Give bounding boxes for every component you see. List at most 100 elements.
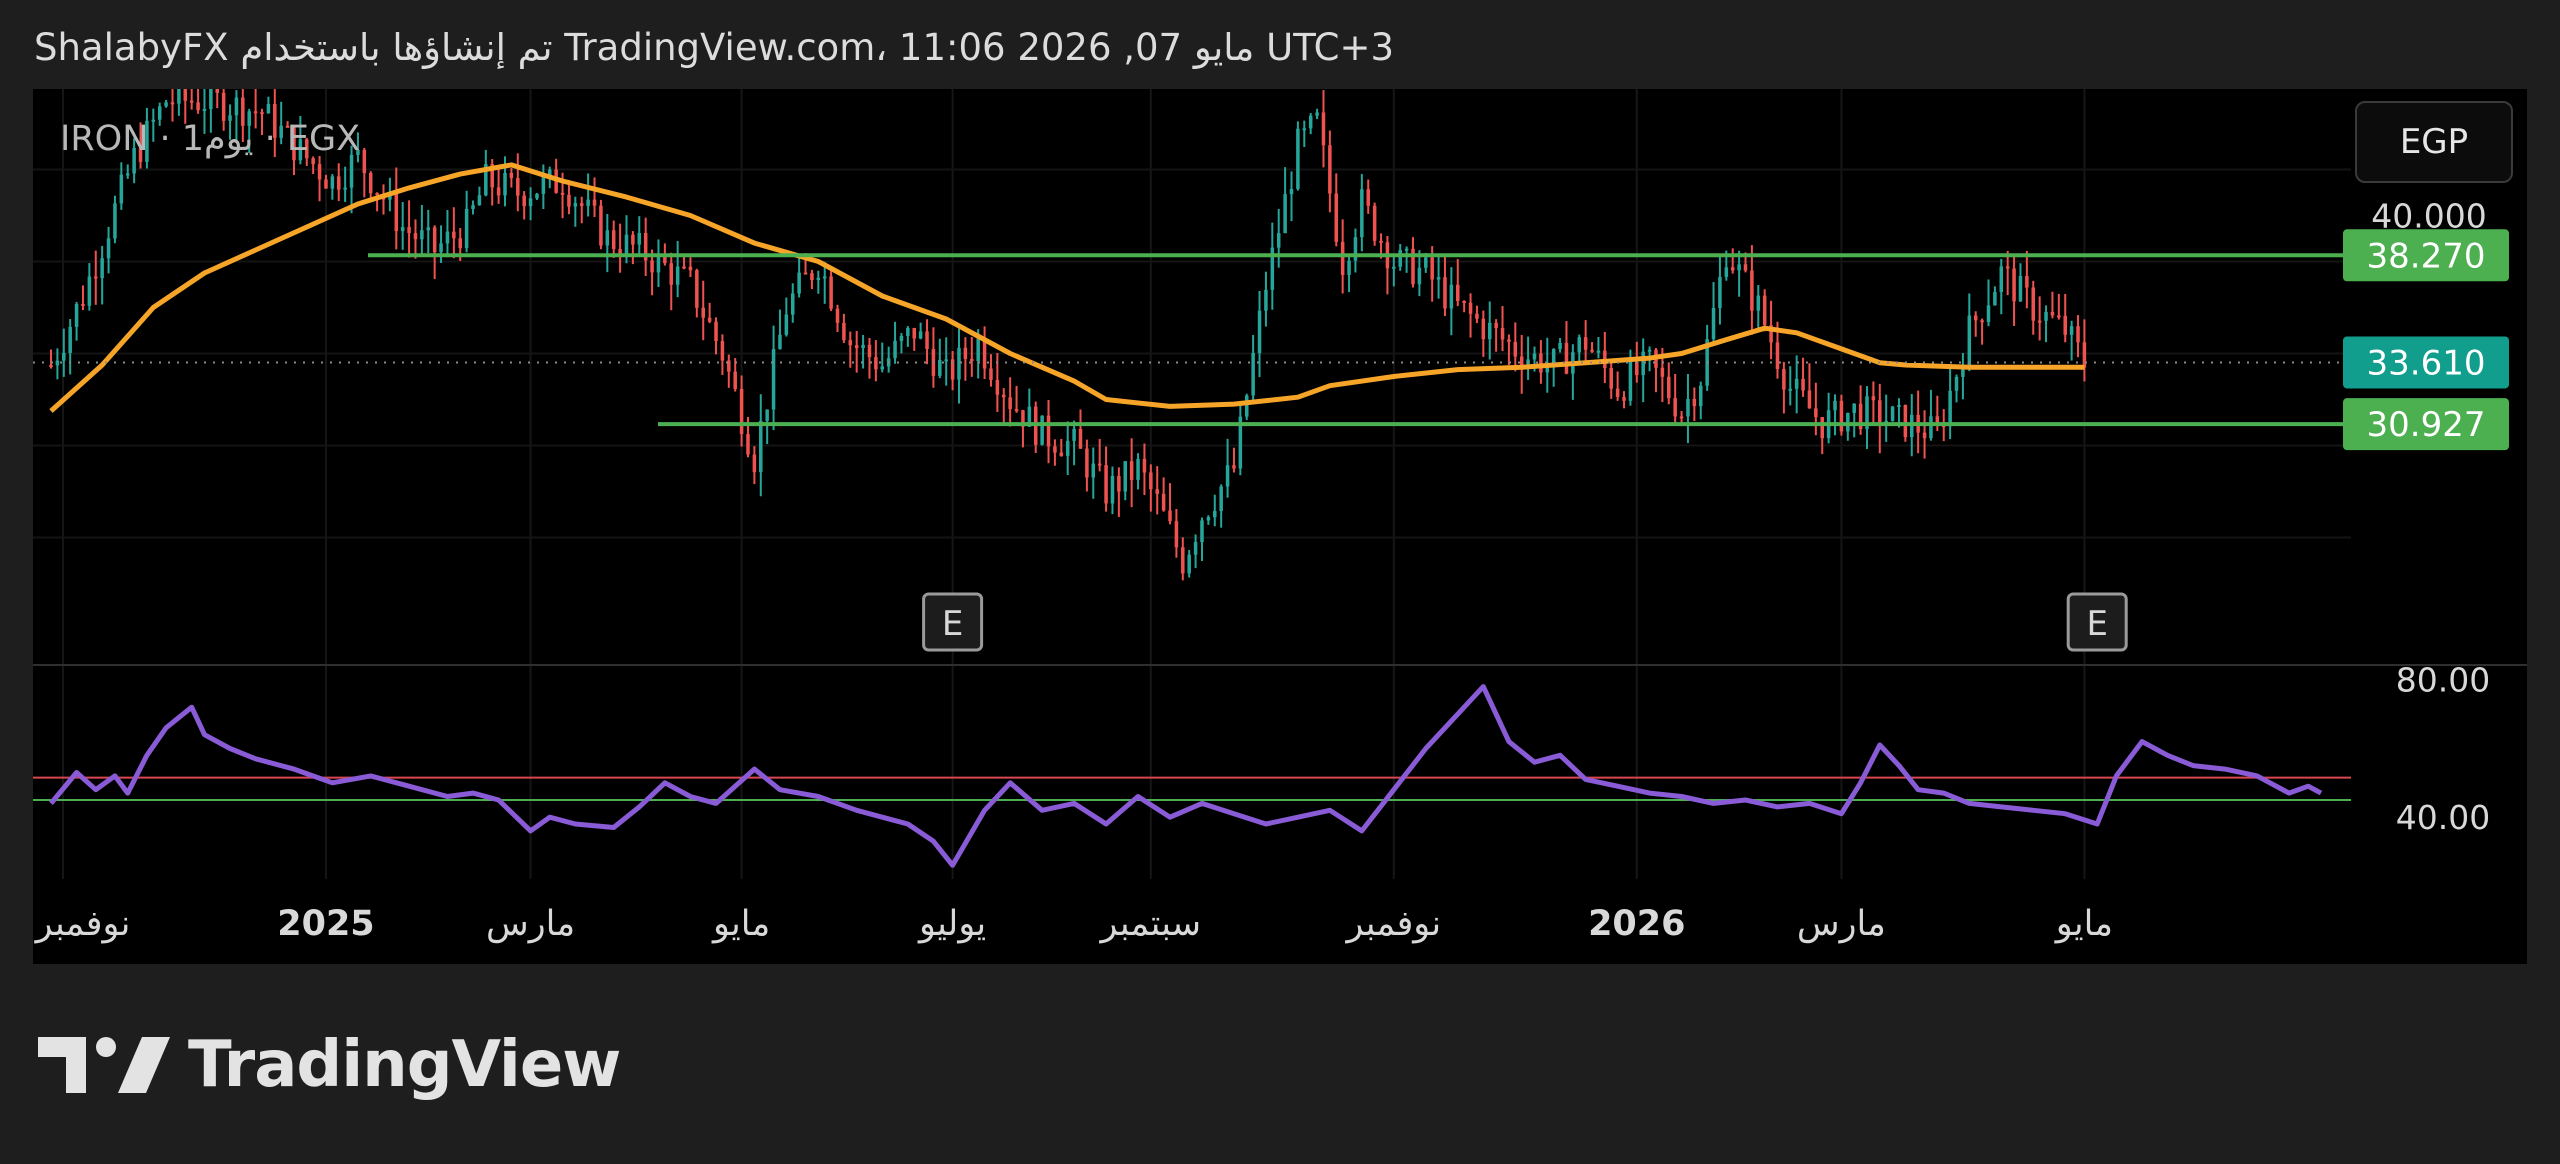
candle-body <box>1059 452 1064 456</box>
candle-body <box>1756 295 1761 311</box>
candle-body <box>1993 292 1997 306</box>
candle-body <box>1929 416 1933 439</box>
candle-body <box>810 273 814 281</box>
candle-body <box>1206 517 1211 521</box>
candle-body <box>1315 112 1319 116</box>
candle-body <box>407 227 411 234</box>
candle-body <box>464 208 469 249</box>
last-price-label: 33.610 <box>2367 343 2486 383</box>
candle-body <box>458 238 462 249</box>
symbol-label: IRON · 1يوم · EGX <box>60 119 361 159</box>
candle-body <box>1340 241 1345 275</box>
candle-body <box>1053 446 1057 453</box>
candle-body <box>1078 428 1083 449</box>
candle-body <box>2063 315 2067 335</box>
candle-body <box>1225 465 1230 487</box>
candle-body <box>1743 264 1748 271</box>
candle-body <box>739 388 744 434</box>
earnings-marker-label: E <box>2086 604 2107 644</box>
candle-body <box>1244 395 1249 417</box>
candle-body <box>1871 396 1876 401</box>
candle-body <box>1462 300 1466 303</box>
candle-body <box>733 371 737 389</box>
candle-body <box>516 178 520 196</box>
candle-body <box>471 205 475 209</box>
candle-body <box>682 266 686 269</box>
candle-body <box>899 335 904 341</box>
x-axis-label: سبتمبر <box>1099 904 1202 944</box>
candle-body <box>1072 428 1076 441</box>
candles <box>49 89 2087 581</box>
candle-body <box>797 272 801 294</box>
candle-body <box>675 266 680 285</box>
candle-body <box>835 308 840 323</box>
candle-body <box>970 358 974 362</box>
candle-body <box>784 314 789 335</box>
candle-body <box>1596 350 1601 353</box>
candle-body <box>2031 287 2036 321</box>
candle-body <box>752 454 757 473</box>
candle-body <box>1372 205 1377 241</box>
candle-body <box>605 230 610 246</box>
candle-body <box>1494 322 1498 329</box>
x-axis-label: مارس <box>1797 904 1886 944</box>
candle-body <box>842 322 846 341</box>
candle-body <box>1730 267 1735 271</box>
candle-body <box>1398 250 1402 267</box>
candle-body <box>87 276 92 306</box>
candle-body <box>1366 189 1370 206</box>
candle-body <box>1897 404 1901 407</box>
candle-body <box>234 97 239 116</box>
candle-body <box>1110 475 1115 504</box>
candle-body <box>1718 276 1722 308</box>
candle-body <box>2005 266 2010 269</box>
candle-body <box>854 345 859 349</box>
candle-body <box>1948 390 1952 427</box>
candle-body <box>1257 310 1262 354</box>
axes: 40.000 80.00 40.00 نوفمبر 2025 مارس مايو يوليو س… <box>34 197 2491 945</box>
candle-body <box>1986 305 1991 323</box>
candle-body <box>829 276 833 309</box>
candle-body <box>1954 376 1959 391</box>
candle-body <box>1347 260 1351 275</box>
candle-body <box>778 334 782 350</box>
candle-body <box>1085 448 1089 478</box>
candle-body <box>1155 489 1159 494</box>
candle-body <box>765 409 769 421</box>
candle-body <box>1168 510 1172 522</box>
candle-body <box>995 380 1000 395</box>
x-axis-label: مايو <box>2054 904 2113 944</box>
candle-body <box>963 347 968 359</box>
candle-body <box>1014 409 1019 412</box>
candle-body <box>1283 194 1287 234</box>
candle-body <box>720 341 725 361</box>
moving-average-line <box>49 162 2085 413</box>
candle-body <box>189 100 194 103</box>
candle-body <box>68 326 72 353</box>
currency-button[interactable]: EGP <box>2355 101 2513 183</box>
candle-body <box>579 203 584 206</box>
candle-body <box>1922 432 1927 439</box>
candle-body <box>1635 361 1639 376</box>
candle-body <box>1328 145 1332 194</box>
level-tag-label: 30.927 <box>2367 405 2486 445</box>
candle-body <box>701 307 705 318</box>
candle-body <box>94 276 98 279</box>
chart-canvas[interactable]: 38.27030.92733.610 EE 40.00080.0040.00نو… <box>33 89 2527 964</box>
candle-body <box>573 203 578 207</box>
candle-body <box>1417 267 1422 285</box>
candle-body <box>1583 337 1588 350</box>
candle-body <box>592 199 597 206</box>
candle-body <box>170 102 175 105</box>
candle-body <box>81 304 85 307</box>
chart-panel[interactable]: 38.270 30.927 33.610 EE 40.000 80.00 40.00 نو… <box>33 89 2527 964</box>
candle-body <box>362 150 367 174</box>
candle-body <box>1750 270 1754 311</box>
candle-body <box>1181 547 1185 574</box>
candle-body <box>113 203 117 239</box>
earnings-markers: EE <box>922 592 2128 652</box>
level-tag-label: 38.270 <box>2367 236 2486 276</box>
candle-body <box>2037 320 2042 323</box>
candle-body <box>1334 193 1339 242</box>
candle-body <box>1539 353 1543 373</box>
